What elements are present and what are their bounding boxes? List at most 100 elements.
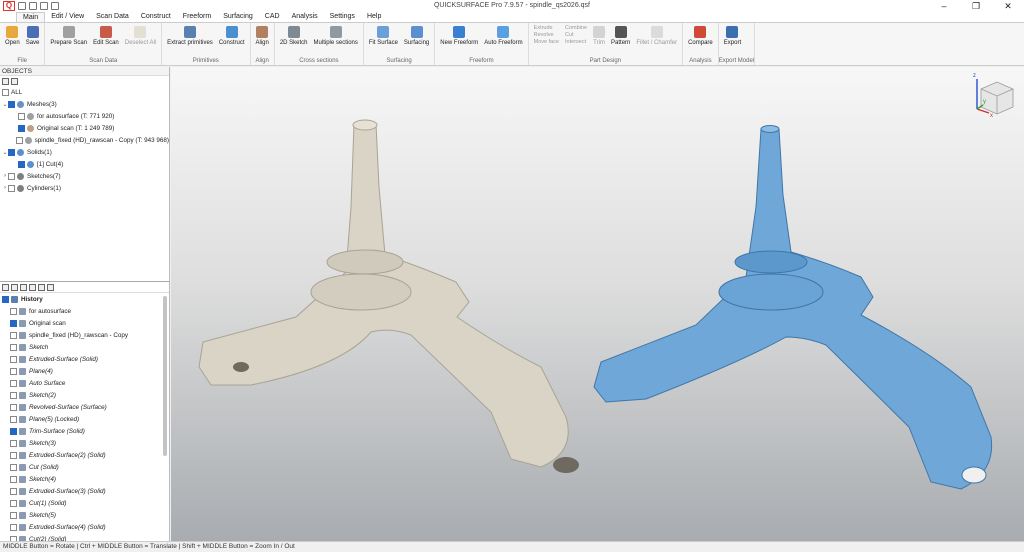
3d-viewport[interactable]: z y x xyxy=(171,67,1024,541)
history-root[interactable]: History xyxy=(0,293,169,305)
checkbox[interactable] xyxy=(8,148,15,156)
checkbox[interactable] xyxy=(10,355,17,363)
history-item[interactable]: Plane(4) xyxy=(0,365,169,377)
prepare-scan-button[interactable]: Prepare Scan xyxy=(47,25,90,57)
history-item[interactable]: Original scan xyxy=(0,317,169,329)
checkbox[interactable] xyxy=(10,319,17,327)
extract-primitives-button[interactable]: Extract primitives xyxy=(164,25,216,57)
checkbox[interactable] xyxy=(10,391,17,399)
history-item[interactable]: for autosurface xyxy=(0,305,169,317)
checkbox[interactable] xyxy=(10,463,17,471)
tree-row[interactable]: › Cylinders(1) xyxy=(0,182,169,194)
tree-row[interactable]: › Sketches(7) xyxy=(0,170,169,182)
history-item[interactable]: Revolved-Surface (Surface) xyxy=(0,401,169,413)
checkbox[interactable] xyxy=(8,100,15,108)
revolve-button[interactable]: Revolve xyxy=(534,32,559,39)
extrude-button[interactable]: Extrude xyxy=(534,25,559,32)
checkbox[interactable] xyxy=(8,184,15,192)
checkbox[interactable] xyxy=(10,307,17,315)
history-item[interactable]: spindle_fixed (HD)_rawscan - Copy xyxy=(0,329,169,341)
checkbox[interactable] xyxy=(10,487,17,495)
checkbox[interactable] xyxy=(10,415,17,423)
checkbox[interactable] xyxy=(10,427,17,435)
tab-main[interactable]: Main xyxy=(16,12,46,22)
surfacing-button[interactable]: Surfacing xyxy=(401,25,432,57)
checkbox[interactable] xyxy=(10,379,17,387)
checkbox[interactable] xyxy=(10,367,17,375)
history-item[interactable]: Sketch(2) xyxy=(0,389,169,401)
history-item[interactable]: Sketch(3) xyxy=(0,437,169,449)
new-freeform-button[interactable]: New Freeform xyxy=(437,25,481,57)
maximize-button[interactable]: ❐ xyxy=(960,0,992,12)
history-item[interactable]: Cut(2) (Solid) xyxy=(0,533,169,541)
expand-all-icon[interactable] xyxy=(2,77,9,85)
checkbox[interactable] xyxy=(10,451,17,459)
history-item[interactable]: Extruded-Surface(2) (Solid) xyxy=(0,449,169,461)
filter-icon[interactable] xyxy=(29,283,36,291)
tree-row[interactable]: ⌄ Meshes(3) xyxy=(0,98,169,110)
construct-button[interactable]: Construct xyxy=(216,25,248,57)
checkbox[interactable] xyxy=(10,331,17,339)
tree-view-icon[interactable] xyxy=(2,283,9,291)
tree-row[interactable]: for autosurface (T: 771 920) xyxy=(0,110,169,122)
multiple-sections-button[interactable]: Multiple sections xyxy=(311,25,361,57)
tab-scan-data[interactable]: Scan Data xyxy=(90,12,135,22)
tab-cad[interactable]: CAD xyxy=(259,12,286,22)
save-button[interactable]: Save xyxy=(23,25,43,57)
history-item[interactable]: Cut (Solid) xyxy=(0,461,169,473)
checkbox[interactable] xyxy=(10,511,17,519)
export-button[interactable]: Export xyxy=(721,25,744,57)
align-button[interactable]: Align xyxy=(253,25,272,57)
2d-sketch-button[interactable]: 2D Sketch xyxy=(277,25,311,57)
tab-construct[interactable]: Construct xyxy=(135,12,177,22)
checkbox[interactable] xyxy=(18,160,25,168)
checkbox[interactable] xyxy=(10,343,17,351)
checkbox[interactable] xyxy=(8,172,15,180)
filter-icon[interactable] xyxy=(11,77,18,85)
tree-row[interactable]: spindle_fixed (HD)_rawscan - Copy (T: 94… xyxy=(0,134,169,146)
checkbox[interactable] xyxy=(2,88,9,96)
pattern-button[interactable]: Pattern xyxy=(608,25,633,57)
checkbox[interactable] xyxy=(10,499,17,507)
edit-scan-button[interactable]: Edit Scan xyxy=(90,25,122,57)
history-item[interactable]: Extruded-Surface(4) (Solid) xyxy=(0,521,169,533)
tab-help[interactable]: Help xyxy=(361,12,387,22)
tab-surfacing[interactable]: Surfacing xyxy=(217,12,259,22)
checkbox[interactable] xyxy=(10,403,17,411)
auto-freeform-button[interactable]: Auto Freeform xyxy=(481,25,525,57)
checkbox[interactable] xyxy=(15,136,23,144)
tree-row[interactable]: Original scan (T: 1 249 789) xyxy=(0,122,169,134)
checkbox[interactable] xyxy=(2,295,9,303)
minimize-button[interactable]: – xyxy=(928,0,960,12)
history-item[interactable]: Cut(1) (Solid) xyxy=(0,497,169,509)
tree-row[interactable]: ⌄ Solids(1) xyxy=(0,146,169,158)
tree-row[interactable]: [1] Cut(4) xyxy=(0,158,169,170)
tab-edit-view[interactable]: Edit / View xyxy=(45,12,90,22)
cut-button[interactable]: Cut xyxy=(565,32,587,39)
history-item[interactable]: Auto Surface xyxy=(0,377,169,389)
step-back-icon[interactable] xyxy=(38,283,45,291)
checkbox[interactable] xyxy=(10,439,17,447)
history-item[interactable]: Extruded-Surface(3) (Solid) xyxy=(0,485,169,497)
history-scrollbar[interactable] xyxy=(163,296,167,456)
close-button[interactable]: ✕ xyxy=(992,0,1024,12)
tab-analysis[interactable]: Analysis xyxy=(286,12,324,22)
intersect-button[interactable]: Intersect xyxy=(565,39,587,46)
deselect-all-button[interactable]: Deselect All xyxy=(122,25,159,57)
solid-model[interactable] xyxy=(593,125,993,490)
combine-button[interactable]: Combine xyxy=(565,25,587,32)
fit-surface-button[interactable]: Fit Surface xyxy=(366,25,401,57)
view-cube[interactable]: z y x xyxy=(973,73,1014,119)
history-item[interactable]: Extruded-Surface (Solid) xyxy=(0,353,169,365)
scan-mesh-model[interactable] xyxy=(198,119,579,473)
history-item[interactable]: Plane(5) (Locked) xyxy=(0,413,169,425)
tab-settings[interactable]: Settings xyxy=(324,12,361,22)
move-face-button[interactable]: Move face xyxy=(534,39,559,46)
expand-icon[interactable] xyxy=(20,283,27,291)
checkbox[interactable] xyxy=(10,475,17,483)
checkbox[interactable] xyxy=(18,112,25,120)
viewport-scene[interactable]: z y x xyxy=(171,67,1024,541)
history-item[interactable]: Trim-Surface (Solid) xyxy=(0,425,169,437)
tree-row-all[interactable]: ALL xyxy=(0,86,169,98)
history-item[interactable]: Sketch xyxy=(0,341,169,353)
